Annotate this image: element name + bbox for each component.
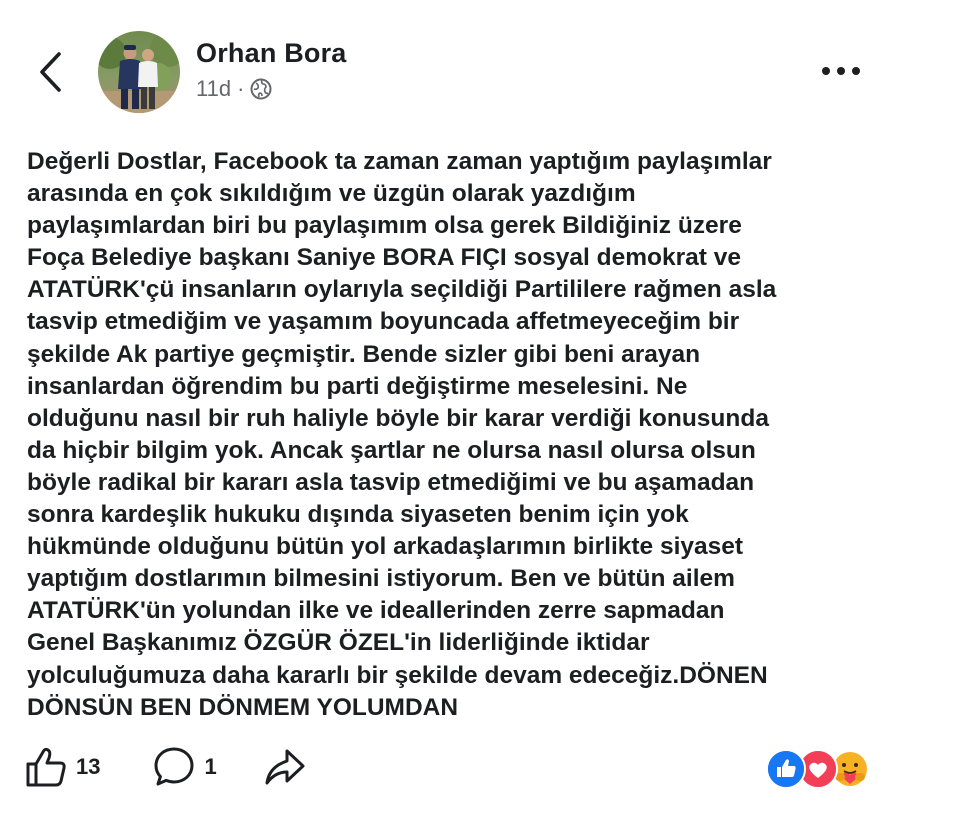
post-line: Foça Belediye başkanı Saniye BORA FIÇI s… — [27, 244, 741, 272]
post-line: tasvip etmediğim ve yaşamım boyuncada af… — [27, 308, 740, 336]
post-line: insanlardan öğrendim bu parti değiştirme… — [27, 372, 688, 400]
comment-bubble-icon — [154, 747, 194, 786]
post-line: Değerli Dostlar, Facebook ta zaman zaman… — [27, 148, 772, 175]
comment-count: 1 — [204, 754, 217, 779]
comment-button[interactable]: 1 — [152, 745, 217, 789]
post-line: ATATÜRK'ün yolundan ilke ve ideallerinde… — [27, 597, 725, 625]
share-arrow-icon — [265, 749, 305, 785]
more-dots-icon — [822, 67, 860, 75]
post-line: Genel Başkanımız ÖZGÜR ÖZEL'in liderliği… — [27, 629, 650, 657]
chevron-left-icon — [40, 52, 61, 92]
author-name[interactable]: Orhan Bora — [196, 38, 347, 69]
reactions-summary[interactable] — [764, 749, 870, 789]
like-reaction-icon — [766, 749, 806, 789]
post-line: DÖNSÜN BEN DÖNMEM YOLUMDAN — [27, 693, 459, 721]
action-bar: 13 1 — [24, 742, 307, 792]
avatar[interactable] — [98, 31, 180, 113]
post-line: böyle radikal bir kararı asla tasvip etm… — [27, 468, 755, 496]
post-body: Değerli Dostlar, Facebook ta zaman zaman… — [27, 146, 897, 724]
meta-separator: · — [237, 76, 245, 101]
post-line: hükmünde olduğunu bütün yol arkadaşlarım… — [27, 533, 744, 561]
globe-icon — [250, 78, 272, 100]
share-button[interactable] — [263, 745, 307, 789]
profile-photo — [98, 31, 180, 113]
thumbs-up-icon — [26, 747, 66, 787]
post-line: da hiçbir bilgim yok. Ancak şartlar ne o… — [27, 436, 756, 464]
like-button[interactable]: 13 — [24, 745, 100, 789]
post-line: şekilde Ak partiye geçmiştir. Bende sizl… — [27, 340, 701, 368]
like-count: 13 — [76, 754, 101, 779]
post-line: arasında en çok sıkıldığım ve üzgün olar… — [27, 180, 636, 208]
more-options-button[interactable] — [812, 52, 870, 90]
post-timestamp[interactable]: 11d — [196, 76, 231, 102]
back-button[interactable] — [30, 48, 70, 96]
post-line: yolculuğumuza daha kararlı bir şekilde d… — [27, 661, 768, 689]
post-line: yaptığım dostlarımın bilmesini istiyorum… — [27, 565, 735, 593]
post-line: ATATÜRK'çü insanların oylarıyla seçildiğ… — [27, 276, 777, 304]
post-line: sonra kardeşlik hukuku dışında siyaseten… — [27, 501, 689, 529]
post-line: olduğunu nasıl bir ruh haliyle böyle bir… — [27, 404, 769, 432]
post-meta: 11d · — [196, 76, 272, 102]
post-line: paylaşımlardan biri bu paylaşımım olsa g… — [27, 212, 742, 240]
